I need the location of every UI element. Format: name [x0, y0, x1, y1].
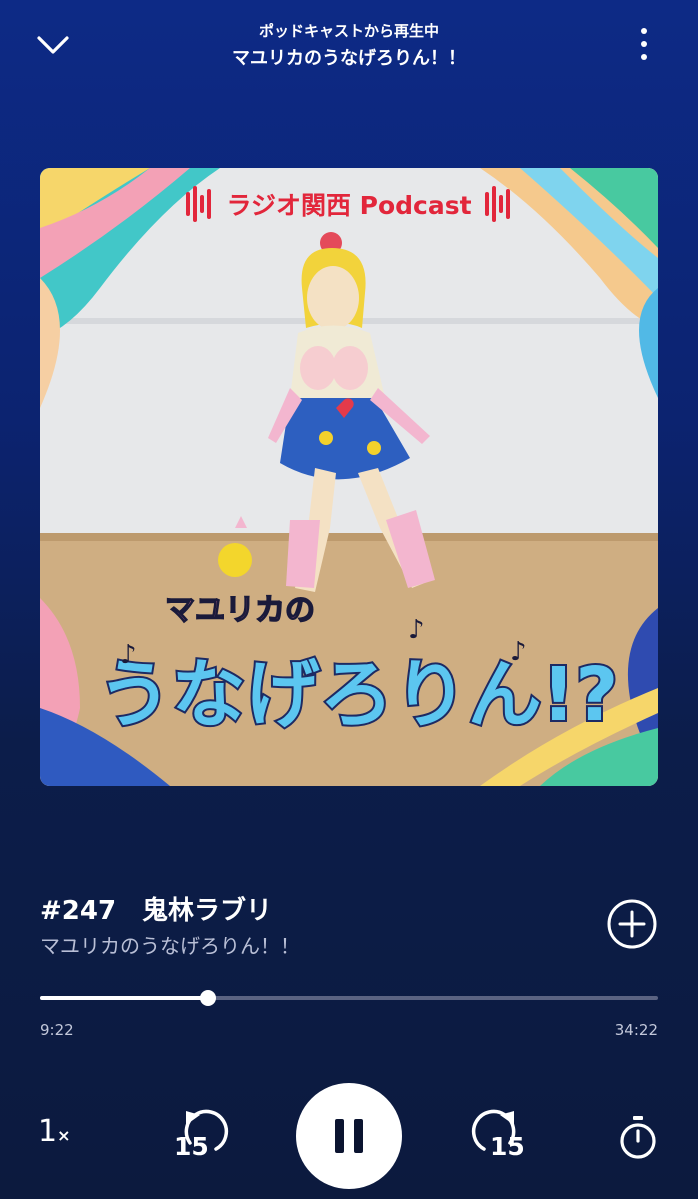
svg-text:♪: ♪ [120, 640, 137, 670]
elapsed-time: 9:22 [40, 1021, 74, 1039]
radio-kansai-brand: ラジオ関西 Podcast [186, 186, 510, 222]
svg-text:うなげろりん!?: うなげろりん!? [98, 652, 619, 738]
forward-15-button[interactable]: 15 [468, 1105, 528, 1165]
now-playing-show-title: マユリカのうなげろりん！！ [232, 48, 466, 69]
episode-title: #247 鬼林ラブリ [40, 896, 273, 926]
progress-fill [40, 996, 209, 1000]
add-to-library-button[interactable] [604, 896, 660, 952]
more-options-button[interactable] [616, 16, 672, 72]
svg-text:♪: ♪ [510, 637, 527, 667]
forward-seconds: 15 [490, 1132, 525, 1161]
pause-icon [335, 1119, 363, 1153]
more-vertical-icon [641, 28, 647, 60]
speed-unit: × [57, 1126, 71, 1145]
progress-handle[interactable] [200, 990, 217, 1006]
stopwatch-icon [620, 1116, 656, 1159]
podcast-artwork: ラジオ関西 Podcast マユリカの うなげろりん!? ♪ ♪ ♪ [40, 168, 658, 786]
total-duration: 34:22 [614, 1021, 658, 1039]
svg-text:マユリカの: マユリカの [165, 593, 315, 628]
sleep-timer-button[interactable] [616, 1114, 660, 1162]
progress-bar[interactable] [40, 990, 658, 1006]
rewind-15-button[interactable]: 15 [172, 1105, 232, 1165]
svg-text:♪: ♪ [408, 615, 425, 645]
add-circle-icon [607, 899, 657, 949]
rewind-seconds: 15 [174, 1132, 209, 1161]
speed-value: 1 [38, 1114, 58, 1149]
episode-show-name[interactable]: マユリカのうなげろりん！！ [40, 930, 300, 959]
svg-text:ラジオ関西 Podcast: ラジオ関西 Podcast [226, 191, 471, 220]
playback-speed-button[interactable]: 1× [38, 1114, 88, 1164]
now-playing-source: ポッドキャストから再生中 [258, 22, 439, 40]
play-pause-button[interactable] [296, 1083, 402, 1189]
